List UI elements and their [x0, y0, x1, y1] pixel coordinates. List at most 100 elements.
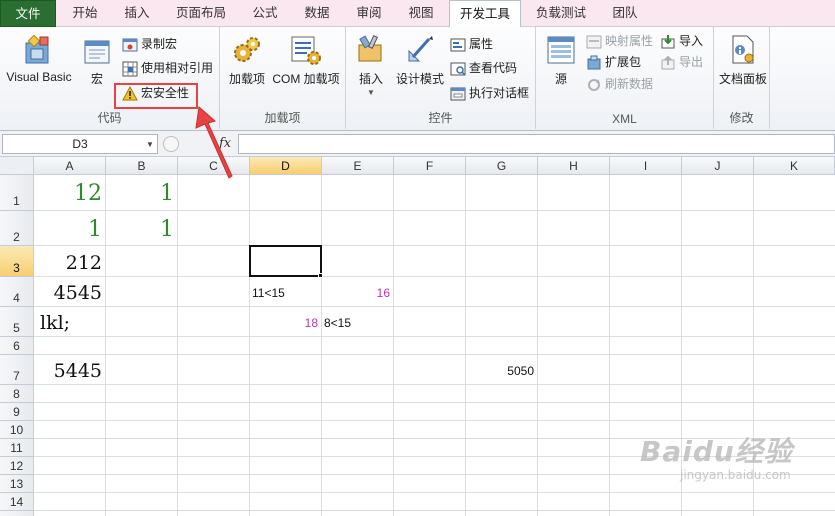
insert-function-icon[interactable]: fx: [219, 136, 231, 151]
group-code-label: 代码: [97, 111, 122, 125]
xml-import-button[interactable]: 导入: [660, 31, 703, 51]
cell-g7[interactable]: 5050: [468, 364, 534, 378]
gridline: [34, 510, 835, 511]
macros-button[interactable]: 宏: [80, 33, 114, 87]
name-box-dropdown-icon[interactable]: ▼: [146, 140, 154, 149]
row-header-3[interactable]: 3: [0, 246, 34, 277]
row-header-8[interactable]: 8: [0, 385, 34, 403]
cell-b2[interactable]: 1: [108, 217, 174, 242]
gridline: [34, 245, 835, 246]
cell-a4[interactable]: 4545: [36, 282, 102, 304]
column-header-c[interactable]: C: [178, 157, 250, 175]
row-header-13[interactable]: 13: [0, 475, 34, 493]
cell-a2[interactable]: 1: [36, 217, 102, 242]
row-header-6[interactable]: 6: [0, 337, 34, 355]
run-dialog-label: 执行对话框: [469, 86, 530, 100]
tab-page-layout[interactable]: 页面布局: [166, 0, 236, 27]
cell-a1[interactable]: 12: [36, 181, 102, 206]
row-header-4[interactable]: 4: [0, 277, 34, 307]
column-header-b[interactable]: B: [106, 157, 178, 175]
gridline: [105, 175, 106, 516]
cell-d4[interactable]: 11<15: [252, 286, 285, 300]
gridline: [177, 175, 178, 516]
map-properties-icon: [586, 35, 602, 49]
fill-handle[interactable]: [318, 273, 323, 278]
design-mode-button[interactable]: 设计模式: [394, 33, 446, 87]
row-header-10[interactable]: 10: [0, 421, 34, 439]
cell-d5[interactable]: 18: [252, 316, 318, 330]
select-all-corner[interactable]: [0, 157, 34, 175]
row-header-1[interactable]: 1: [0, 175, 34, 211]
group-addins: 加载项 COM 加载项 加载项: [220, 27, 346, 129]
cell-a7[interactable]: 5445: [36, 360, 102, 382]
ribbon: Visual Basic 宏 录制宏 使用相对引用 宏安全性 代码 加载项 CO…: [0, 27, 835, 131]
column-header-k[interactable]: K: [754, 157, 835, 175]
view-code-button[interactable]: 查看代码: [450, 58, 517, 78]
column-header-e[interactable]: E: [322, 157, 394, 175]
column-header-i[interactable]: I: [610, 157, 682, 175]
record-macro-label: 录制宏: [141, 37, 178, 51]
active-cell-d3[interactable]: [249, 245, 322, 277]
gear-icon: [234, 37, 260, 62]
row-header-11[interactable]: 11: [0, 439, 34, 457]
column-header-g[interactable]: G: [466, 157, 538, 175]
refresh-data-button[interactable]: 刷新数据: [586, 74, 653, 94]
cell-e4[interactable]: 16: [324, 286, 390, 300]
tab-file[interactable]: 文件: [0, 0, 56, 27]
tab-home[interactable]: 开始: [60, 0, 110, 27]
visual-basic-button[interactable]: Visual Basic: [2, 33, 76, 84]
addins-button[interactable]: 加载项: [224, 33, 270, 87]
tab-formulas[interactable]: 公式: [240, 0, 290, 27]
tab-team[interactable]: 团队: [600, 0, 650, 27]
addins-label: 加载项: [228, 72, 265, 86]
column-header-f[interactable]: F: [394, 157, 466, 175]
tab-view[interactable]: 视图: [396, 0, 446, 27]
properties-button[interactable]: 属性: [450, 34, 493, 54]
properties-label: 属性: [469, 37, 494, 51]
column-header-j[interactable]: J: [682, 157, 754, 175]
column-header-h[interactable]: H: [538, 157, 610, 175]
xml-export-label: 导出: [679, 55, 704, 69]
tab-developer[interactable]: 开发工具: [449, 0, 521, 28]
gridline: [34, 336, 835, 337]
formula-bar-splitter[interactable]: [163, 136, 179, 152]
cell-a5[interactable]: lkl;: [40, 312, 70, 334]
run-dialog-button[interactable]: 执行对话框: [450, 83, 529, 103]
insert-controls-button[interactable]: 插入 ▼: [350, 33, 392, 97]
gridline: [321, 175, 322, 516]
column-header-d[interactable]: D: [250, 157, 322, 175]
record-macro-button[interactable]: 录制宏: [122, 34, 177, 54]
view-code-icon: [450, 62, 466, 76]
row-header-2[interactable]: 2: [0, 211, 34, 246]
row-header-5[interactable]: 5: [0, 307, 34, 337]
import-icon: [661, 34, 675, 49]
map-properties-button[interactable]: 映射属性: [586, 31, 653, 51]
refresh-data-label: 刷新数据: [605, 77, 654, 91]
xml-import-label: 导入: [679, 34, 704, 48]
document-panel-button[interactable]: 文档面板: [716, 33, 770, 87]
cell-e5[interactable]: 8<15: [324, 316, 351, 330]
visual-basic-label: Visual Basic: [6, 70, 72, 84]
tab-load-test[interactable]: 负载测试: [525, 0, 597, 27]
name-box[interactable]: D3: [2, 134, 158, 154]
row-header-14[interactable]: 14: [0, 493, 34, 511]
formula-input[interactable]: [238, 134, 835, 154]
xml-export-button[interactable]: 导出: [660, 52, 703, 72]
xml-source-button[interactable]: 源: [544, 33, 578, 87]
tab-review[interactable]: 审阅: [344, 0, 394, 27]
row-header-7[interactable]: 7: [0, 355, 34, 385]
column-header-a[interactable]: A: [34, 157, 106, 175]
row-header-12[interactable]: 12: [0, 457, 34, 475]
refresh-icon: [588, 78, 600, 91]
row-header-15[interactable]: [0, 511, 34, 516]
cell-a3[interactable]: 212: [36, 252, 102, 274]
com-addins-button[interactable]: COM 加载项: [270, 33, 342, 87]
tab-insert[interactable]: 插入: [112, 0, 162, 27]
expansion-packs-button[interactable]: 扩展包: [586, 52, 641, 72]
com-addins-label: COM 加载项: [272, 72, 340, 86]
relative-refs-button[interactable]: 使用相对引用: [122, 58, 213, 78]
insert-controls-label: 插入: [358, 72, 383, 86]
row-header-9[interactable]: 9: [0, 403, 34, 421]
cell-b1[interactable]: 1: [108, 181, 174, 206]
tab-data[interactable]: 数据: [292, 0, 342, 27]
